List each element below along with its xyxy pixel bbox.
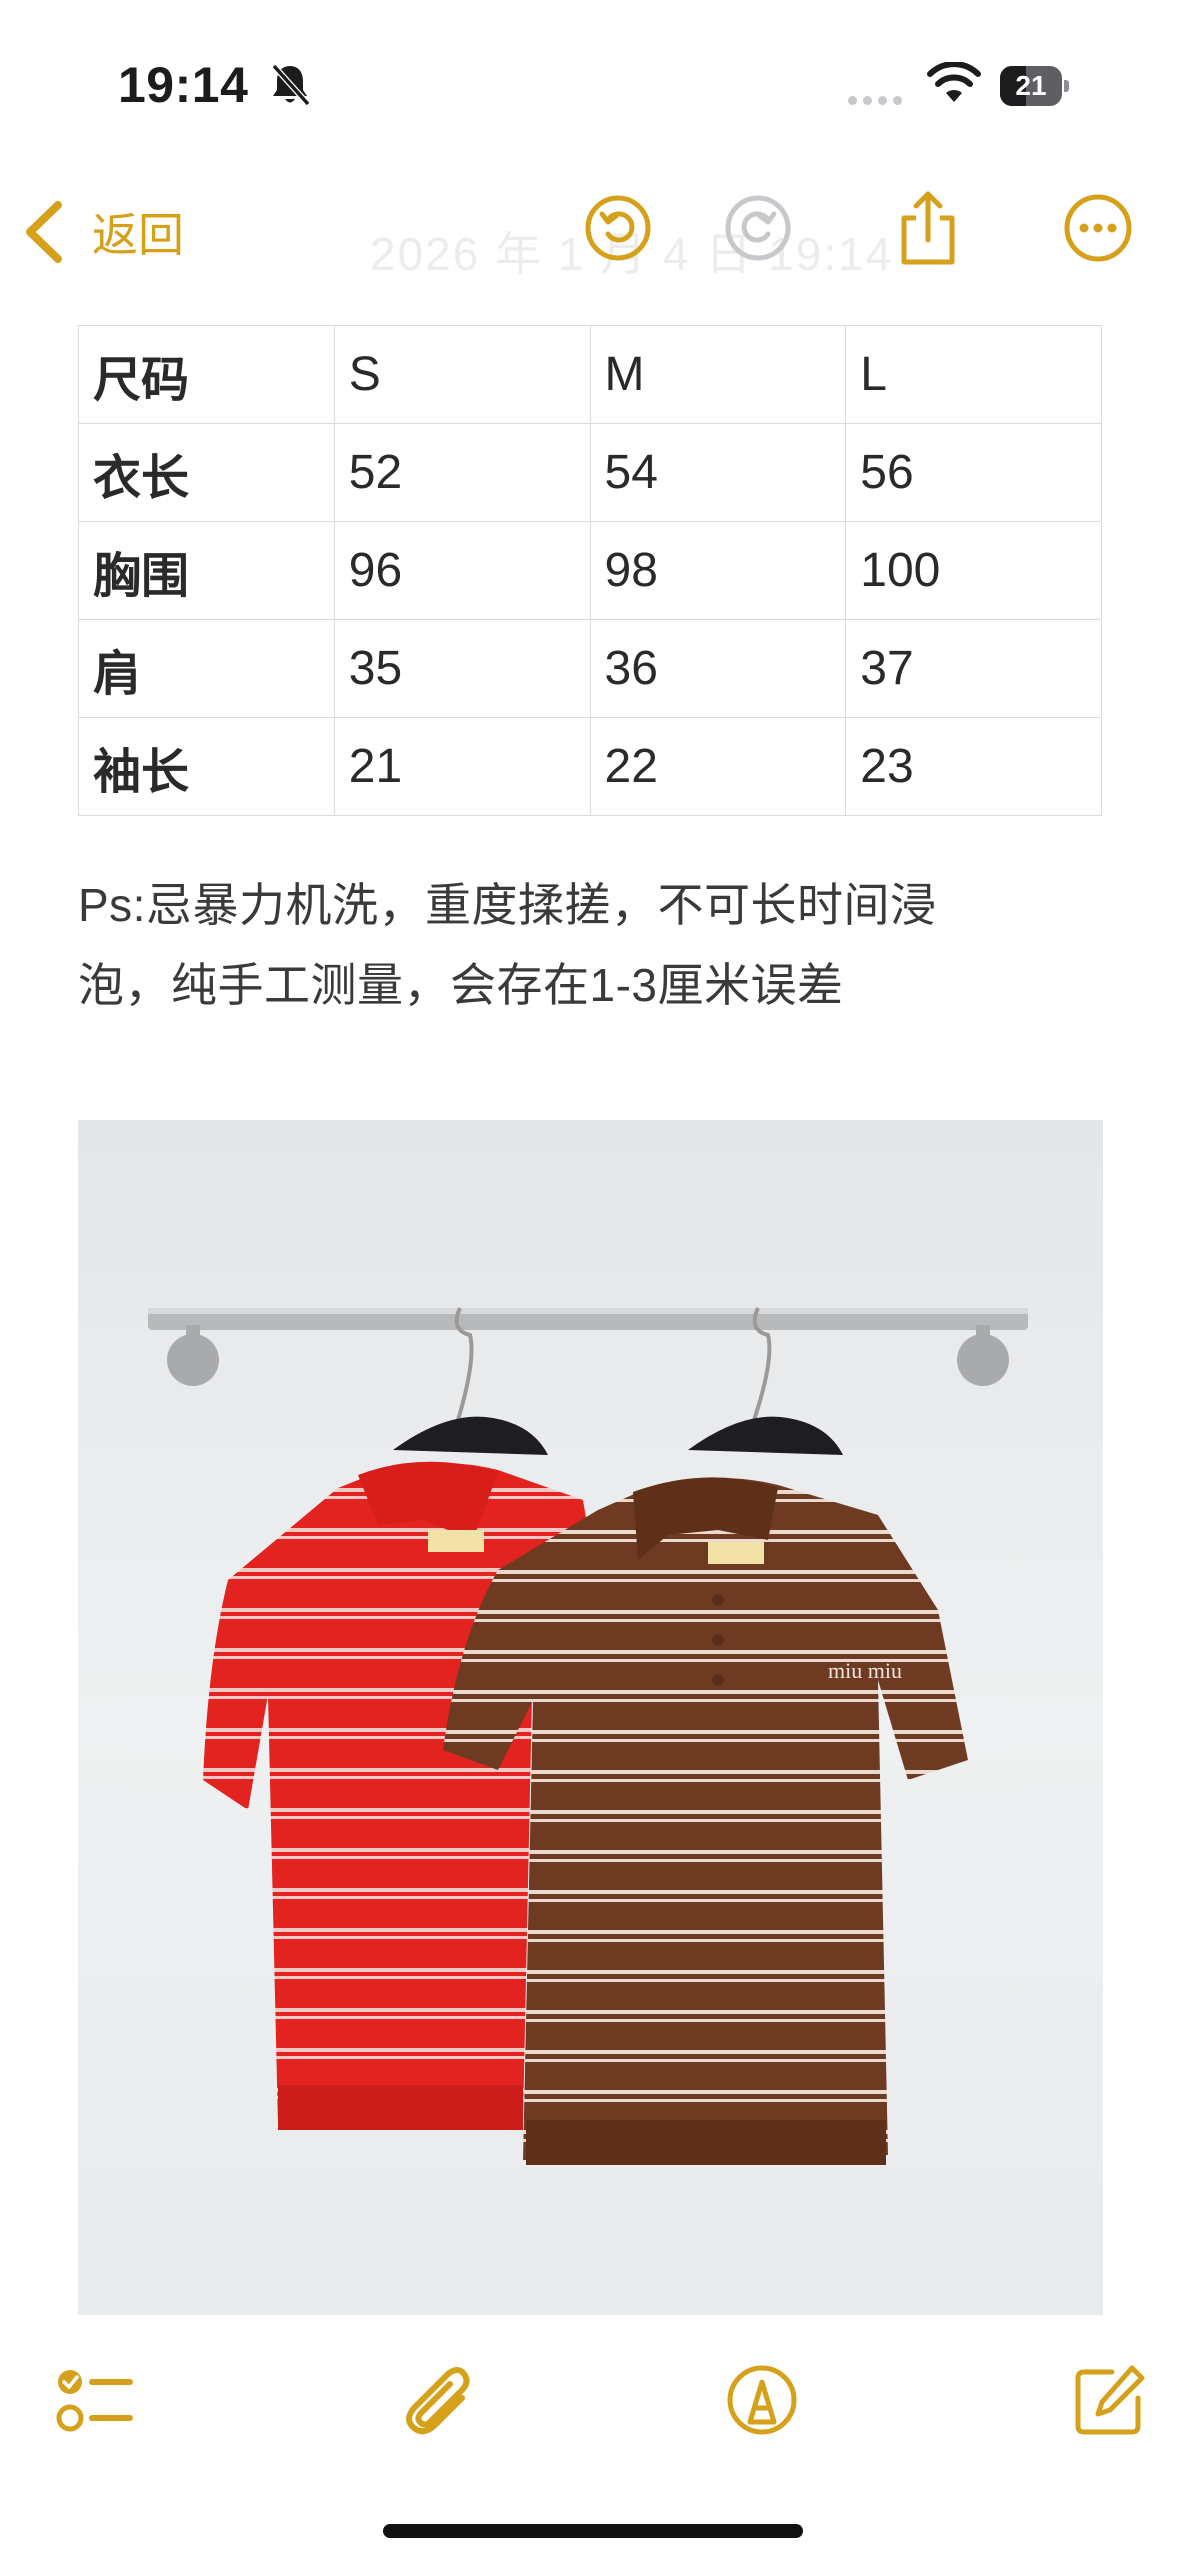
table-cell: 52 [333,423,591,522]
logo-text: miu miu [828,1658,902,1683]
battery-level: 21 [1015,70,1047,101]
table-row: 衣长 52 54 56 [78,423,1102,522]
signal-dots-icon [848,92,908,110]
share-icon[interactable] [888,188,968,268]
size-table: 尺码 S M L 衣长 52 54 56 胸围 96 98 100 肩 35 3… [78,325,1102,816]
table-cell: 100 [845,521,1102,620]
attachment-icon[interactable] [392,2360,472,2440]
redo-icon[interactable] [718,188,798,268]
table-row: 胸围 96 98 100 [78,521,1102,620]
back-button[interactable]: 返回 [22,192,184,272]
table-cell: 36 [589,619,847,718]
bell-slash-icon [271,63,311,107]
table-header-cell: 尺码 [78,325,335,424]
table-cell: 23 [845,717,1102,816]
navigation-bar: 返回 2026 年 1 月 4 日 19:14 [0,170,1179,295]
table-row-label: 袖长 [78,717,335,816]
table-cell: 56 [845,423,1102,522]
table-row: 肩 35 36 37 [78,619,1102,718]
note-line: 泡，纯手工测量，会存在1-3厘米误差 [78,959,844,1011]
bottom-toolbar [0,2330,1179,2470]
chevron-left-icon [26,201,62,263]
status-time: 19:14 [118,57,249,113]
table-cell: 21 [333,717,591,816]
table-header-row: 尺码 S M L [78,325,1102,424]
note-line: Ps:忌暴力机洗，重度揉搓，不可长时间浸 [78,879,937,931]
wifi-icon [927,62,981,102]
note-text[interactable]: Ps:忌暴力机洗，重度揉搓，不可长时间浸 泡，纯手工测量，会存在1-3厘米误差 [78,865,1108,1025]
back-label: 返回 [92,209,184,261]
table-cell: 98 [589,521,847,620]
checklist-icon[interactable] [54,2360,134,2440]
product-photo[interactable]: miu miu [78,1120,1103,2315]
status-bar: 19:14 21 [0,0,1179,170]
table-row-label: 胸围 [78,521,335,620]
markup-icon[interactable] [722,2360,802,2440]
compose-icon[interactable] [1070,2360,1150,2440]
table-cell: 37 [845,619,1102,718]
table-header-cell: M [589,325,847,424]
home-indicator[interactable] [383,2524,803,2538]
table-cell: 35 [333,619,591,718]
table-cell: 22 [589,717,847,816]
table-header-cell: L [845,325,1102,424]
table-row-label: 肩 [78,619,335,718]
undo-icon[interactable] [578,188,658,268]
table-cell: 54 [589,423,847,522]
table-header-cell: S [333,325,591,424]
table-row-label: 衣长 [78,423,335,522]
table-row: 袖长 21 22 23 [78,717,1102,816]
more-icon[interactable] [1058,188,1138,268]
table-cell: 96 [333,521,591,620]
battery-icon: 21 [1000,66,1070,106]
